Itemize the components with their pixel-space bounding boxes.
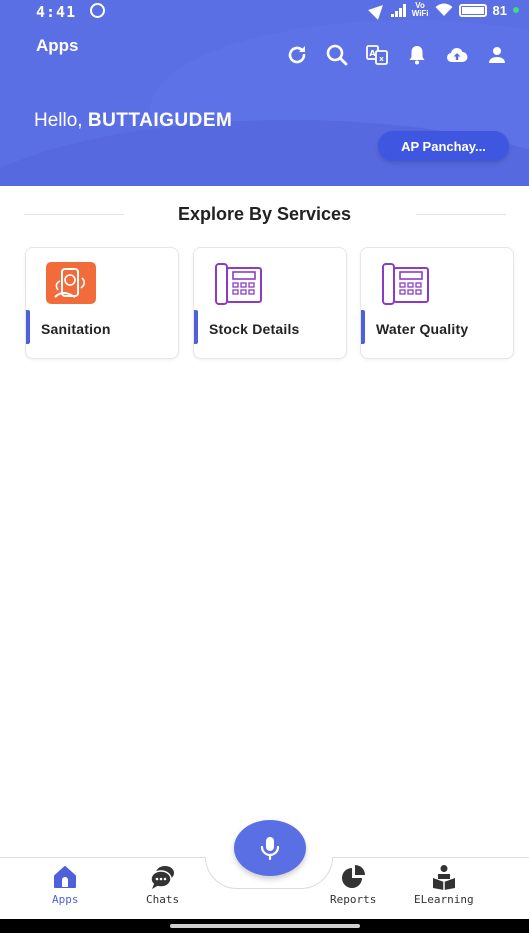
sanitation-icon: [46, 262, 96, 304]
wifi-icon: [435, 3, 453, 16]
volte-wifi-label: Vo WiFi: [411, 1, 429, 18]
header-toolbar: Ax: [277, 38, 517, 72]
battery-icon: [458, 3, 487, 17]
location-arrow-icon: [367, 0, 388, 20]
reading-icon: [432, 865, 455, 890]
battery-level: 81: [492, 2, 507, 18]
svg-text:A: A: [369, 49, 376, 58]
refresh-icon: [288, 46, 306, 64]
whatsapp-notification-icon: [90, 3, 105, 18]
nav-item-elearning[interactable]: ELearning: [414, 864, 474, 906]
mic-icon: [260, 837, 280, 861]
nav-label-apps: Apps: [52, 893, 79, 906]
service-card-water-quality[interactable]: Water Quality: [360, 247, 514, 359]
nav-label-chats: Chats: [146, 893, 180, 906]
profile-icon: [489, 47, 505, 63]
translate-button[interactable]: Ax: [357, 38, 397, 72]
search-button[interactable]: [317, 38, 357, 72]
greeting-prefix: Hello,: [34, 110, 88, 131]
telephone-icon: [215, 263, 262, 305]
status-time: 4:41: [36, 3, 77, 21]
card-accent-bar: [361, 310, 365, 344]
service-card-label: Sanitation: [41, 321, 111, 337]
user-name: BUTTAIGUDEM: [87, 110, 233, 131]
search-icon: [326, 44, 348, 66]
telephone-icon: [382, 263, 429, 305]
upload-button[interactable]: [437, 38, 477, 72]
nav-item-chats[interactable]: Chats: [146, 864, 179, 906]
nav-label-elearning: ELearning: [414, 893, 474, 906]
service-card-label: Water Quality: [376, 321, 469, 337]
notifications-button[interactable]: [397, 38, 437, 72]
nav-item-reports[interactable]: Reports: [330, 864, 376, 906]
organization-selector-button[interactable]: AP Panchay...: [378, 131, 509, 161]
status-indicators: Vo WiFi 81: [367, 0, 519, 20]
service-card-stock-details[interactable]: Stock Details: [193, 247, 347, 359]
bell-icon: [409, 46, 425, 65]
voice-assistant-button[interactable]: [234, 820, 306, 876]
service-card-sanitation[interactable]: Sanitation: [25, 247, 179, 359]
home-indicator[interactable]: [170, 924, 360, 928]
card-accent-bar: [194, 310, 198, 344]
app-header: 4:41 Vo WiFi 81 Apps Ax Hello, BUTTAIGUD…: [0, 0, 529, 186]
home-icon: [54, 866, 77, 888]
greeting-text: Hello, BUTTAIGUDEM: [34, 110, 232, 132]
pie-chart-icon: [342, 865, 366, 888]
profile-button[interactable]: [477, 38, 517, 72]
charging-dot: [513, 7, 519, 13]
section-divider-right: [416, 214, 506, 215]
nav-item-apps[interactable]: Apps: [52, 864, 79, 906]
card-accent-bar: [26, 310, 30, 344]
translate-icon: Ax: [366, 45, 388, 65]
page-title: Apps: [36, 36, 79, 55]
signal-icon: [390, 3, 406, 17]
refresh-button[interactable]: [277, 38, 317, 72]
nav-label-reports: Reports: [330, 893, 377, 906]
svg-text:x: x: [379, 55, 384, 63]
status-bar: 4:41 Vo WiFi 81: [0, 0, 529, 26]
service-card-label: Stock Details: [209, 321, 300, 337]
chat-icon: [149, 866, 174, 889]
cloud-upload-icon: [446, 47, 468, 62]
